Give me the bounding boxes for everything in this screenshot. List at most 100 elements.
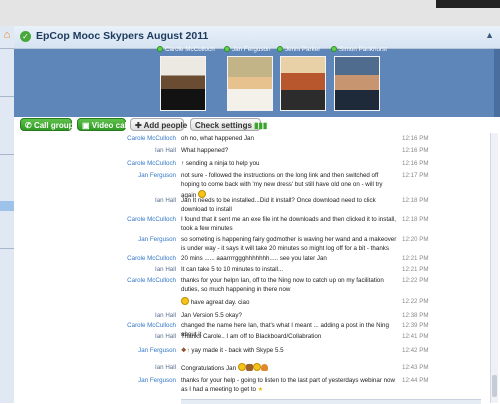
message-sender: Carole McCulloch (127, 277, 176, 284)
ninja-icon: ↑ (181, 160, 185, 167)
message-text: I found that it sent me an exe file int … (181, 216, 396, 233)
message-input-edge[interactable] (181, 399, 481, 404)
participants-bar: Carole McCulloch Jan Ferguson Jenni Park… (14, 46, 500, 117)
dance-icon: ❖↑ (181, 347, 190, 354)
check-settings-button[interactable]: Check settings ▮▮▮ (190, 118, 267, 131)
video-call-label: Video call (91, 121, 129, 130)
message-time: 12:18 PM (402, 216, 429, 223)
left-rail: ⌂ (0, 26, 15, 403)
participant-name: Carole McCulloch (165, 46, 215, 53)
window-edge (436, 0, 500, 8)
smile-icon (181, 297, 189, 305)
rail-divider (0, 248, 14, 249)
participant-name: Jan Ferguson (232, 46, 271, 53)
message-text: Congratulations Jan (181, 365, 237, 372)
message-sender: Ian Hall (155, 333, 176, 340)
call-group-label: Call group (33, 121, 74, 130)
avatar (280, 56, 326, 111)
message-time: 12:16 PM (402, 147, 429, 154)
message-time: 12:22 PM (402, 298, 429, 305)
message-time: 12:43 PM (402, 364, 429, 371)
collapse-arrow-icon[interactable]: ▲ (485, 30, 494, 40)
message-text: so someting is happening fairy godmother… (181, 236, 397, 253)
online-status-icon (277, 46, 283, 52)
message-sender: Carole McCulloch (127, 160, 176, 167)
message-sender: Ian Hall (155, 197, 176, 204)
avatar (227, 56, 273, 111)
message-time: 12:17 PM (402, 172, 429, 179)
message-sender: Ian Hall (155, 147, 176, 154)
add-people-label: Add people (143, 121, 188, 130)
message-sender: Carole McCulloch (127, 322, 176, 329)
drink-icon (260, 364, 268, 371)
message-text: 20 mins ...... aaarrrrggghhhhhhh..... se… (181, 255, 327, 262)
add-user-icon: ✚ (135, 121, 144, 130)
avatar (160, 56, 206, 111)
message-sender: Ian Hall (155, 312, 176, 319)
video-icon: ▣ (82, 121, 92, 130)
message-time: 12:22 PM (402, 277, 429, 284)
message-text: sending a ninja to help you (185, 160, 260, 167)
message-time: 12:38 PM (402, 312, 429, 319)
message-text: Jan It needs to be installed...Did it in… (181, 197, 376, 214)
message-text: yay made it - back with Skype 5.5 (191, 347, 284, 354)
conversation-title: EpCop Mooc Skypers August 2011 (36, 30, 209, 42)
participant-jan-ferguson[interactable]: Jan Ferguson (224, 46, 280, 117)
message-text: thanks for your helpn Ian, off to the Ni… (181, 277, 384, 294)
message-time: 12:42 PM (402, 347, 429, 354)
add-people-button[interactable]: ✚ Add people (130, 118, 187, 131)
participants-scroll-edge (494, 49, 500, 117)
chat-history[interactable]: Carole McCulloch oh no, what happened Ja… (14, 133, 500, 404)
message-text: What happened? (181, 147, 229, 154)
signal-bars-icon: ▮▮▮ (251, 121, 268, 130)
home-icon[interactable]: ⌂ (1, 29, 13, 41)
message-sender: Jan Ferguson (138, 236, 176, 243)
online-status-icon (331, 46, 337, 52)
video-call-button[interactable]: ▣ Video call (77, 118, 129, 131)
message-sender: Ian Hall (155, 364, 176, 371)
chat-scrollbar[interactable] (490, 133, 498, 403)
message-time: 12:41 PM (402, 333, 429, 340)
message-time: 12:18 PM (402, 197, 429, 204)
message-text: not sure - followed the instructions on … (181, 172, 383, 199)
message-sender: Carole McCulloch (127, 135, 176, 142)
message-sender: Jan Ferguson (138, 347, 176, 354)
smile-icon (237, 363, 246, 371)
online-status-icon (224, 46, 230, 52)
message-text: have agreat day. ciao (190, 299, 250, 306)
participant-simon-pankhurst[interactable]: Simon Pankhurst (331, 46, 391, 117)
message-time: 12:16 PM (402, 135, 429, 142)
message-text: Jan Version 5.5 okay? (181, 312, 242, 319)
star-icon: ★ (257, 386, 264, 394)
message-text: oh no, what happened Jan (181, 135, 254, 142)
participant-carole-mcculloch[interactable]: Carole McCulloch (157, 46, 215, 117)
avatar (334, 56, 380, 111)
message-text: It can take 5 to 10 minutes to install..… (181, 266, 284, 273)
participant-name: Jenni Parker (285, 46, 321, 53)
smile-icon (252, 363, 261, 371)
message-time: 12:39 PM (402, 322, 429, 329)
message-time: 12:20 PM (402, 236, 429, 243)
rail-divider (0, 48, 14, 49)
message-text: thanks for your help - going to listen t… (181, 377, 395, 394)
participant-jenni-parker[interactable]: Jenni Parker (277, 46, 333, 117)
message-time: 12:16 PM (402, 160, 429, 167)
cake-icon (245, 364, 253, 371)
call-toolbar: ✆ Call group ▣ Video call ✚ Add people C… (14, 117, 500, 133)
rail-divider (0, 96, 14, 97)
message-sender: Carole McCulloch (127, 255, 176, 262)
scrollbar-thumb[interactable] (492, 375, 497, 397)
message-sender: Ian Hall (155, 266, 176, 273)
message-sender: Jan Ferguson (138, 377, 176, 384)
message-text: Thanks Carole.. I am off to Blackboard/C… (181, 333, 322, 340)
top-strip (0, 0, 500, 26)
rail-selected-item[interactable] (0, 201, 14, 211)
skype-group-icon: ✓ (20, 31, 31, 42)
message-sender: Carole McCulloch (127, 216, 176, 223)
party-icons (237, 363, 268, 372)
message-sender: Jan Ferguson (138, 172, 176, 179)
call-group-button[interactable]: ✆ Call group (20, 118, 74, 131)
check-settings-label: Check settings (195, 121, 252, 130)
online-status-icon (157, 46, 163, 52)
message-time: 12:21 PM (402, 255, 429, 262)
